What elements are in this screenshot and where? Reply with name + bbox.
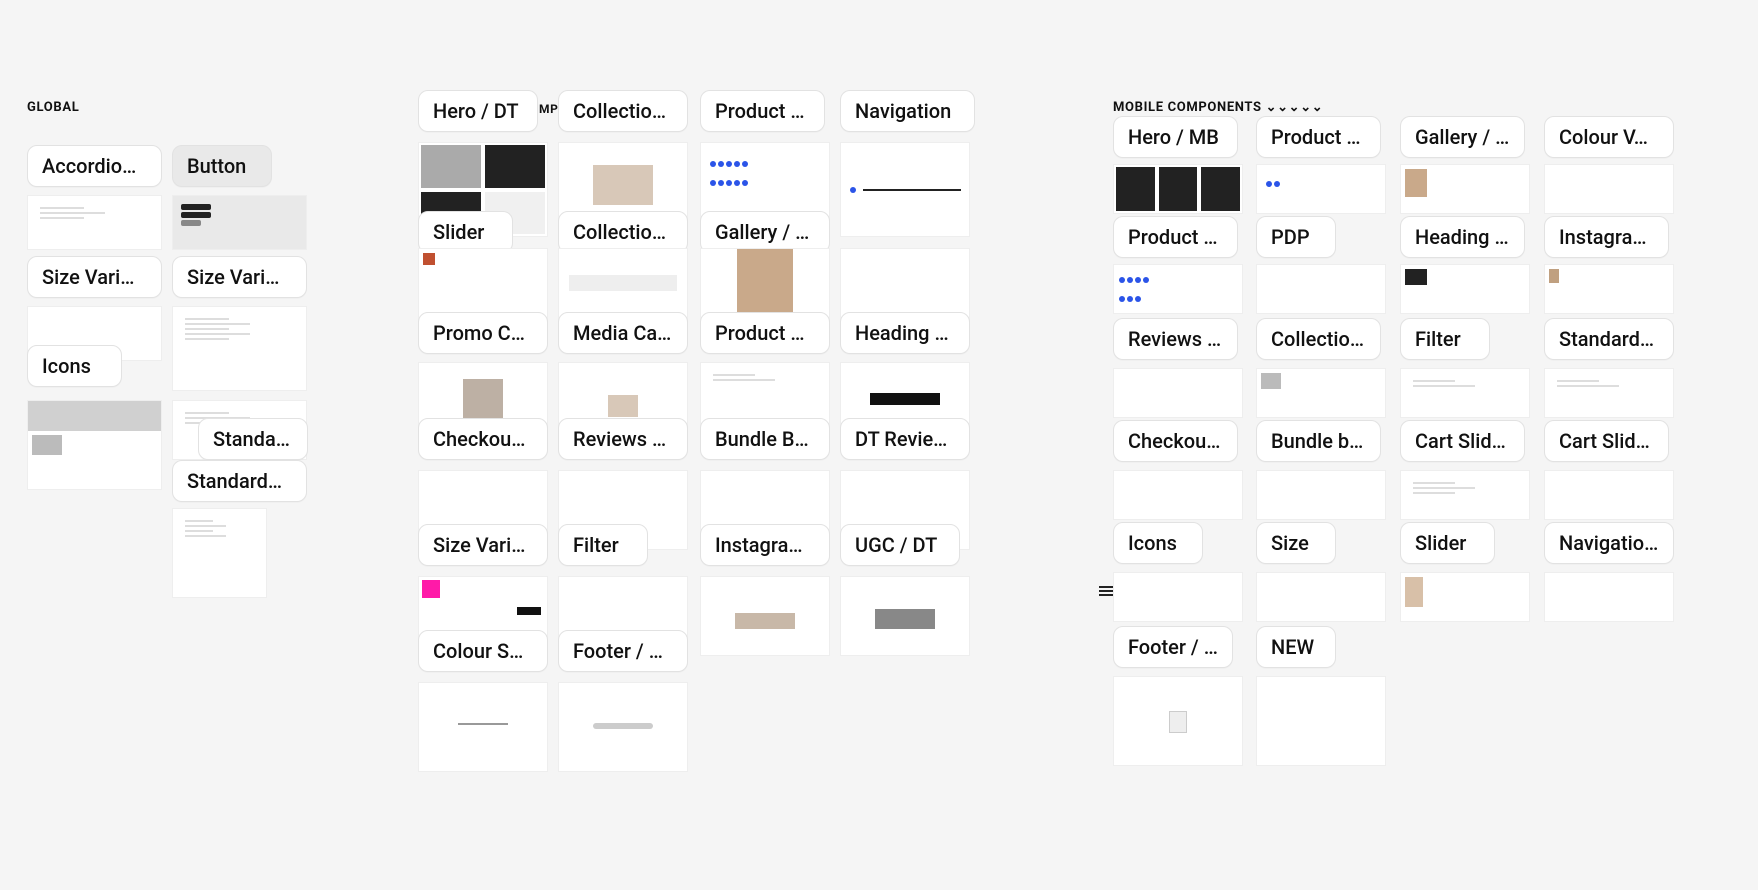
- thumb-accordion[interactable]: [27, 195, 162, 250]
- chip-colour-dt[interactable]: Colour S…: [418, 630, 548, 672]
- chip-collection-dt-a[interactable]: Collectio…: [558, 90, 688, 132]
- chip-pdp[interactable]: PDP: [1256, 216, 1336, 258]
- thumb-size-mb[interactable]: [1256, 470, 1386, 520]
- chip-nav-mb[interactable]: Navigatio…: [1544, 522, 1674, 564]
- thumb-collection-mb[interactable]: [1256, 264, 1386, 314]
- thumb-mb-unlabeled-a[interactable]: [1113, 676, 1243, 766]
- chip-slider-dt[interactable]: Slider: [418, 211, 513, 253]
- chip-gallery-dt[interactable]: Gallery / …: [700, 211, 830, 253]
- chip-icons-mb[interactable]: Icons: [1113, 522, 1203, 564]
- chip-accordion[interactable]: Accordio…: [27, 145, 162, 187]
- thumb-footer-mb[interactable]: [1113, 572, 1243, 622]
- thumb-nav-mb[interactable]: [1544, 470, 1674, 520]
- thumb-mb-unlabeled-b[interactable]: [1256, 676, 1386, 766]
- chip-footer-mb[interactable]: Footer / …: [1113, 626, 1233, 668]
- chip-dt-review[interactable]: DT Revie…: [840, 418, 970, 460]
- chip-checkout-mb[interactable]: Checkou…: [1113, 420, 1238, 462]
- thumb-reviews-mb[interactable]: [1113, 264, 1243, 314]
- thumb-button[interactable]: [172, 195, 307, 250]
- chip-size-mb[interactable]: Size: [1256, 522, 1336, 564]
- chip-reviews-dt[interactable]: Reviews …: [558, 418, 688, 460]
- chip-gallery-mb[interactable]: Gallery / …: [1400, 116, 1525, 158]
- thumb-colour-mb[interactable]: [1544, 164, 1674, 214]
- chip-footer-dt[interactable]: Footer / DT: [558, 630, 688, 672]
- chip-collection-mb[interactable]: Collectio…: [1256, 318, 1381, 360]
- chip-filter-dt[interactable]: Filter: [558, 524, 648, 566]
- thumb-gallery-mb[interactable]: [1400, 164, 1530, 214]
- chip-bundle-mb[interactable]: Bundle b…: [1256, 420, 1381, 462]
- chip-checkout-dt[interactable]: Checkou…: [418, 418, 548, 460]
- thumb-mb-extra-a[interactable]: [1400, 572, 1530, 622]
- chip-slider-mb[interactable]: Slider: [1400, 522, 1495, 564]
- chip-product-mb-a[interactable]: Product …: [1256, 116, 1381, 158]
- thumb-new[interactable]: [1256, 572, 1386, 622]
- thumb-product-mb-a[interactable]: [1256, 164, 1386, 214]
- chip-standard-mb[interactable]: Standard…: [1544, 318, 1674, 360]
- thumb-checkout-mb[interactable]: [1113, 368, 1243, 418]
- figma-canvas[interactable]: GLOBAL Accordio… Button Size Vari… Size …: [0, 0, 1758, 890]
- thumb-cart-a[interactable]: [1400, 368, 1530, 418]
- chip-filter-mb[interactable]: Filter: [1400, 318, 1490, 360]
- thumb-cart-b[interactable]: [1544, 368, 1674, 418]
- thumb-navigation-dt[interactable]: [840, 142, 970, 237]
- section-title-global: GLOBAL: [27, 100, 79, 115]
- chip-icons[interactable]: Icons: [27, 345, 122, 387]
- chip-new[interactable]: NEW: [1256, 626, 1336, 668]
- chip-colour-mb[interactable]: Colour V…: [1544, 116, 1674, 158]
- chip-sizevar-dt[interactable]: Size Vari…: [418, 524, 548, 566]
- chip-ugc-dt[interactable]: UGC / DT: [840, 524, 960, 566]
- thumb-mb-extra-b[interactable]: [1544, 572, 1674, 622]
- chip-media-card[interactable]: Media Ca…: [558, 312, 688, 354]
- thumb-extra-b[interactable]: [840, 576, 970, 656]
- chip-promo-card[interactable]: Promo C…: [418, 312, 548, 354]
- thumb-standard-b[interactable]: [172, 508, 267, 598]
- chip-bundle-dt[interactable]: Bundle B…: [700, 418, 830, 460]
- chip-collection-dt-b[interactable]: Collectio…: [558, 211, 688, 253]
- chip-hero-dt[interactable]: Hero / DT: [418, 90, 538, 132]
- chip-product-dt-a[interactable]: Product …: [700, 90, 825, 132]
- thumb-unlabeled-b[interactable]: [558, 682, 688, 772]
- chip-cart-b[interactable]: Cart Slid…: [1544, 420, 1669, 462]
- thumb-standard-mb[interactable]: [1544, 264, 1674, 314]
- thumb-icons[interactable]: [27, 400, 162, 490]
- thumb-slider-mb[interactable]: [1400, 470, 1530, 520]
- thumb-bundle-mb[interactable]: [1256, 368, 1386, 418]
- chip-heading-mb[interactable]: Heading …: [1400, 216, 1525, 258]
- thumb-hero-mb[interactable]: [1113, 164, 1243, 214]
- chip-product-mb-b[interactable]: Product …: [1113, 216, 1238, 258]
- chip-instagram-dt[interactable]: Instagra…: [700, 524, 830, 566]
- chip-cart-a[interactable]: Cart Slid…: [1400, 420, 1525, 462]
- chip-size-variant-b[interactable]: Size Vari…: [172, 256, 307, 298]
- chip-button[interactable]: Button: [172, 145, 272, 187]
- section-title-dt-fragment: MP: [539, 102, 558, 116]
- thumb-unlabeled-a[interactable]: [418, 682, 548, 772]
- section-title-mobile: MOBILE COMPONENTS ⌄⌄⌄⌄⌄: [1113, 100, 1323, 115]
- thumb-size-b[interactable]: [172, 306, 307, 391]
- thumb-filter-mb[interactable]: [1400, 264, 1530, 314]
- chip-reviews-mb[interactable]: Reviews …: [1113, 318, 1238, 360]
- chip-size-variant-a[interactable]: Size Vari…: [27, 256, 162, 298]
- chip-navigation-dt[interactable]: Navigation: [840, 90, 975, 132]
- chip-product-dt-b[interactable]: Product …: [700, 312, 830, 354]
- chip-standard-a[interactable]: Standa…: [198, 418, 308, 460]
- chip-heading-dt[interactable]: Heading …: [840, 312, 970, 354]
- chip-hero-mb[interactable]: Hero / MB: [1113, 116, 1238, 158]
- chip-standard-b[interactable]: Standard…: [172, 460, 307, 502]
- chip-instagram-mb[interactable]: Instagra…: [1544, 216, 1669, 258]
- thumb-extra-a[interactable]: [700, 576, 830, 656]
- thumb-icons-mb[interactable]: [1113, 470, 1243, 520]
